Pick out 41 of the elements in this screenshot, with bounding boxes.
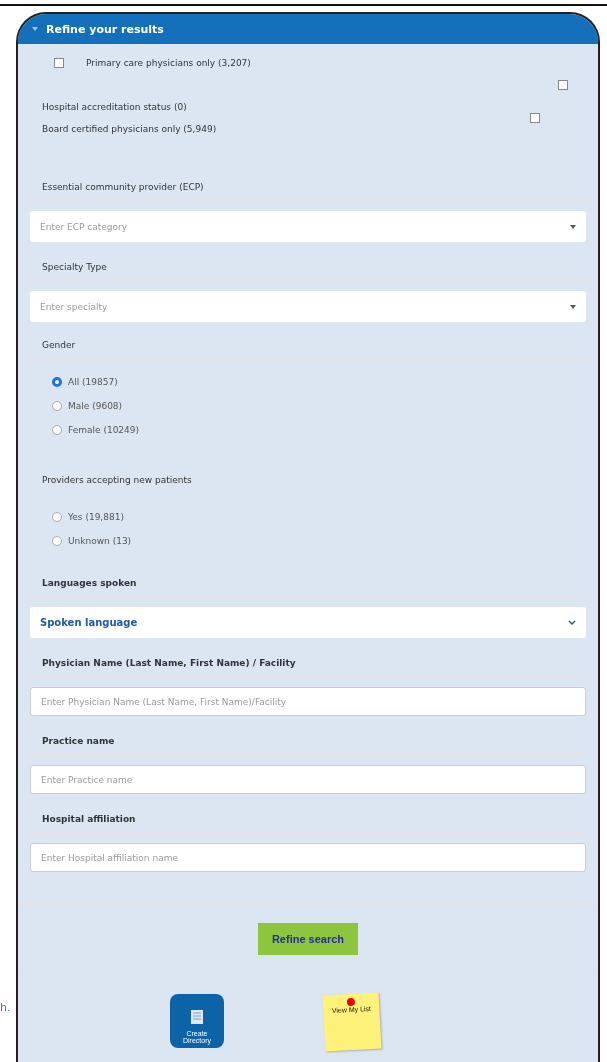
radio-label: Yes (19,881) xyxy=(68,512,124,522)
section-label: Practice name xyxy=(30,736,586,755)
pin-icon xyxy=(346,997,356,1007)
input-field[interactable]: Enter Practice name xyxy=(30,765,586,794)
document-icon xyxy=(191,1009,203,1024)
placeholder-text: Enter ECP category xyxy=(40,221,128,232)
refine-search-button[interactable]: Refine search xyxy=(257,923,359,955)
input-field[interactable]: Enter Physician Name (Last Name, First Name)/Facility xyxy=(30,687,586,716)
input-field[interactable]: Enter Hospital affiliation name xyxy=(30,843,586,872)
caret-icon xyxy=(570,224,576,229)
placeholder-text: Enter specialty xyxy=(40,301,108,312)
section-label: Essential community provider (ECP) xyxy=(30,182,586,201)
section-label: Specialty Type xyxy=(30,262,586,281)
radio-label: Female (10249) xyxy=(68,425,140,435)
radio-label: Unknown (13) xyxy=(68,536,132,546)
checkbox[interactable] xyxy=(54,58,64,68)
caret-icon xyxy=(570,304,576,309)
section-label: Physician Name (Last Name, First Name) / Facility xyxy=(30,658,586,677)
panel-header[interactable]: Refine your results xyxy=(18,14,598,44)
select-field[interactable]: Enter ECP category xyxy=(30,211,586,242)
dropdown[interactable]: Spoken language xyxy=(30,607,586,638)
checkbox-label: Board certified physicians only (5,949) xyxy=(42,124,217,134)
radio-button[interactable] xyxy=(52,425,62,435)
checkbox-label: Primary care physicians only (3,207) xyxy=(86,58,251,68)
chevron-icon xyxy=(568,619,576,626)
section-label: Hospital affiliation xyxy=(30,814,586,833)
radio-button[interactable] xyxy=(52,536,62,546)
checkbox-label: Hospital accreditation status (0) xyxy=(42,102,187,112)
text-fragment: h. xyxy=(0,1001,12,1014)
checkbox[interactable] xyxy=(558,80,568,90)
radio-label: All (19857) xyxy=(68,377,118,387)
section-label: Languages spoken xyxy=(30,578,586,597)
radio-button[interactable] xyxy=(52,512,62,522)
radio-button[interactable] xyxy=(52,401,62,411)
collapse-icon xyxy=(32,27,38,31)
section-label: Gender xyxy=(30,340,586,359)
radio-button[interactable] xyxy=(52,377,62,387)
select-field[interactable]: Enter specialty xyxy=(30,291,586,322)
checkbox[interactable] xyxy=(530,113,540,123)
radio-label: Male (9608) xyxy=(68,401,123,411)
section-label: Providers accepting new patients xyxy=(30,475,586,494)
